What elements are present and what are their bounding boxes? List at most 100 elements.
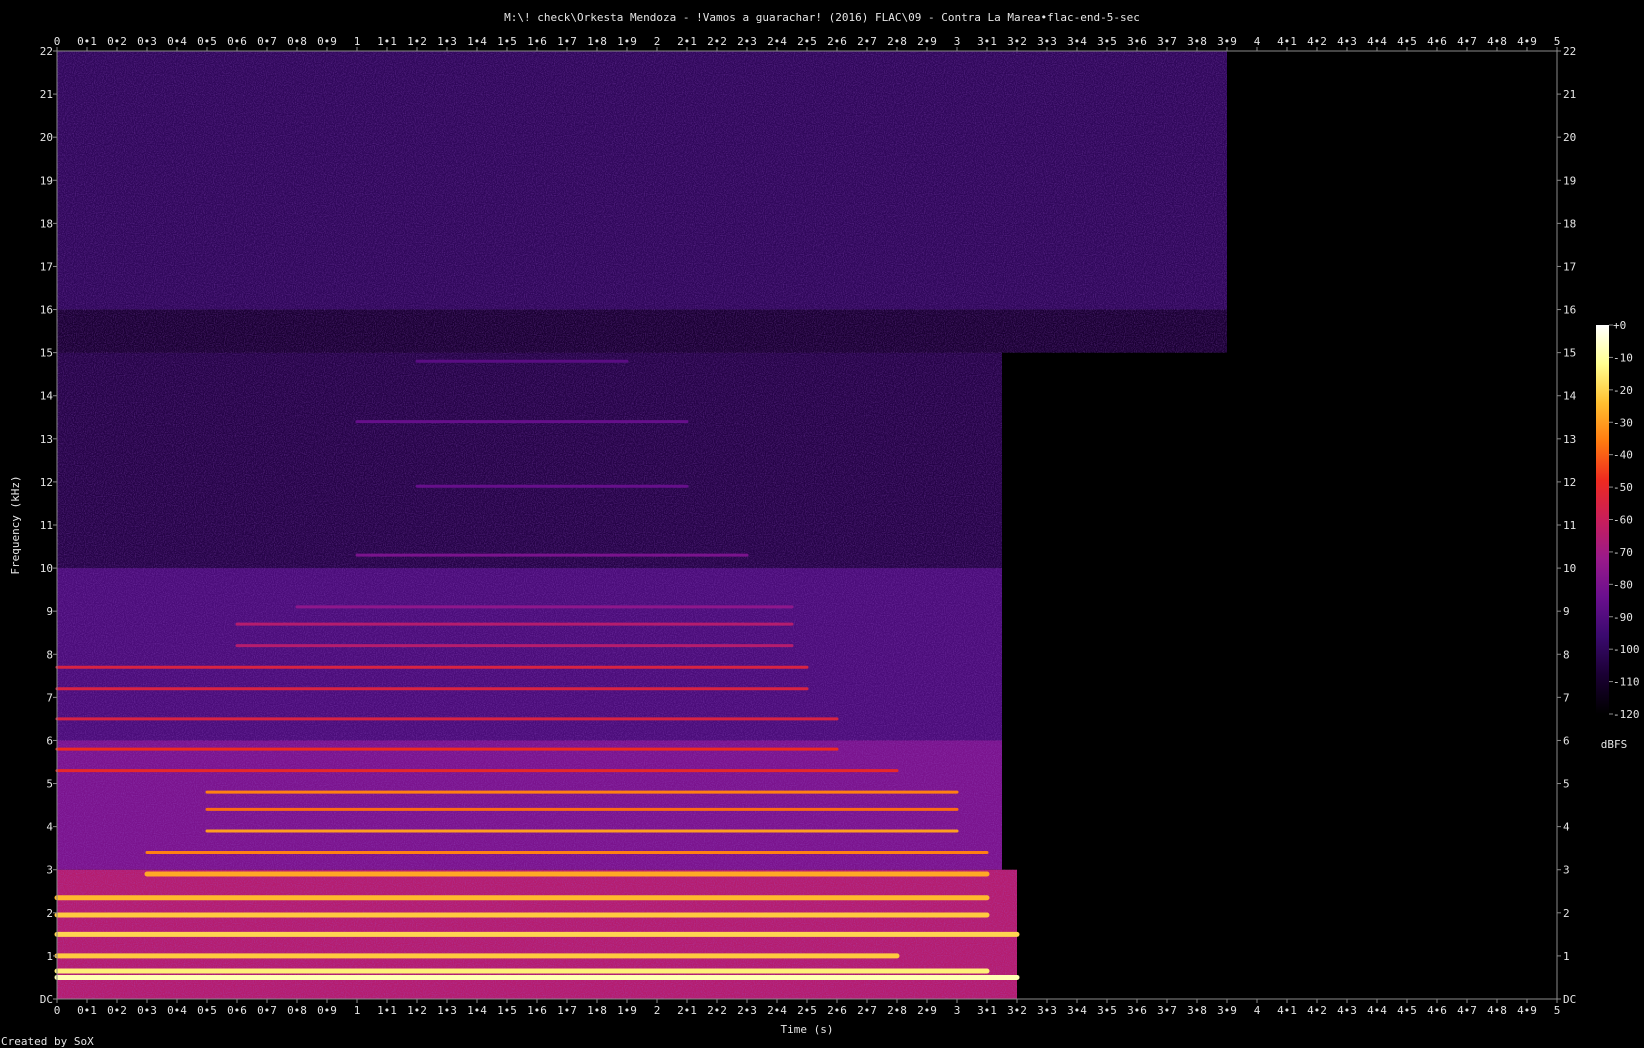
y-tick-label-right: 12 <box>1563 476 1576 489</box>
y-tick-label-right: 2 <box>1563 907 1570 920</box>
y-tick-label-right: 13 <box>1563 433 1576 446</box>
x-tick-label-bottom: 2•8 <box>887 1004 907 1017</box>
y-tick-label-right: DC <box>1563 993 1576 1006</box>
x-tick-label-top: 3•7 <box>1157 35 1177 48</box>
x-tick-label-bottom: 1•4 <box>467 1004 487 1017</box>
y-tick-label-left: 1 <box>46 950 53 963</box>
x-tick-label-bottom: 3•7 <box>1157 1004 1177 1017</box>
y-tick-label-left: 5 <box>46 778 53 791</box>
x-tick-label-bottom: 1•5 <box>497 1004 517 1017</box>
x-tick-label-top: 1•2 <box>407 35 427 48</box>
y-tick-label-right: 21 <box>1563 88 1576 101</box>
x-tick-label-bottom: 3•4 <box>1067 1004 1087 1017</box>
y-tick-label-left: 19 <box>40 174 53 187</box>
x-tick-label-top: 1•7 <box>557 35 577 48</box>
x-tick-label-top: 0 <box>54 35 61 48</box>
x-tick-label-top: 2•1 <box>677 35 697 48</box>
y-tick-label-left: 3 <box>46 864 53 877</box>
x-tick-label-bottom: 1•9 <box>617 1004 637 1017</box>
x-tick-label-bottom: 3•9 <box>1217 1004 1237 1017</box>
x-tick-label-top: 2•3 <box>737 35 757 48</box>
x-tick-label-bottom: 1•3 <box>437 1004 457 1017</box>
x-tick-label-bottom: 4 <box>1254 1004 1261 1017</box>
y-tick-label-left: 10 <box>40 562 53 575</box>
x-tick-label-bottom: 2•3 <box>737 1004 757 1017</box>
x-tick-label-top: 1•5 <box>497 35 517 48</box>
x-tick-label-bottom: 2•4 <box>767 1004 787 1017</box>
y-tick-label-right: 17 <box>1563 260 1576 273</box>
y-axis-right: DC12345678910111213141516171819202122 <box>1557 45 1577 1006</box>
x-tick-label-top: 4•6 <box>1427 35 1447 48</box>
x-tick-label-bottom: 1•7 <box>557 1004 577 1017</box>
colorbar-tick-label: -80 <box>1613 578 1633 591</box>
y-tick-label-left: 8 <box>46 648 53 661</box>
colorbar-label: dBFS <box>1601 738 1628 751</box>
y-tick-label-left: 21 <box>40 88 53 101</box>
x-axis-label: Time (s) <box>781 1023 834 1036</box>
x-tick-label-bottom: 3•3 <box>1037 1004 1057 1017</box>
x-tick-label-bottom: 0•6 <box>227 1004 247 1017</box>
y-tick-label-left: 7 <box>46 691 53 704</box>
colorbar-tick-label: +0 <box>1613 319 1626 332</box>
x-tick-label-bottom: 3 <box>954 1004 961 1017</box>
x-tick-label-top: 4•5 <box>1397 35 1417 48</box>
x-tick-label-bottom: 0•8 <box>287 1004 307 1017</box>
x-tick-label-bottom: 0•7 <box>257 1004 277 1017</box>
x-tick-label-top: 2•5 <box>797 35 817 48</box>
x-tick-label-bottom: 4•6 <box>1427 1004 1447 1017</box>
x-tick-label-bottom: 2•9 <box>917 1004 937 1017</box>
spectrogram-chart: M:\! check\Orkesta Mendoza - !Vamos a gu… <box>1 11 1640 1048</box>
y-tick-label-right: 8 <box>1563 648 1570 661</box>
x-tick-label-bottom: 1•8 <box>587 1004 607 1017</box>
x-tick-label-top: 1•1 <box>377 35 397 48</box>
x-tick-label-top: 0•9 <box>317 35 337 48</box>
x-tick-label-bottom: 3•5 <box>1097 1004 1117 1017</box>
colorbar-tick-label: -120 <box>1613 708 1640 721</box>
colorbar-tick-label: -50 <box>1613 481 1633 494</box>
x-tick-label-bottom: 2•1 <box>677 1004 697 1017</box>
x-tick-label-bottom: 3•6 <box>1127 1004 1147 1017</box>
colorbar-tick-label: -20 <box>1613 384 1633 397</box>
x-tick-label-bottom: 3•8 <box>1187 1004 1207 1017</box>
y-tick-label-right: 1 <box>1563 950 1570 963</box>
x-tick-label-top: 2•7 <box>857 35 877 48</box>
x-tick-label-top: 3•3 <box>1037 35 1057 48</box>
x-tick-label-top: 0•4 <box>167 35 187 48</box>
x-tick-label-top: 2•9 <box>917 35 937 48</box>
credit-text: Created by SoX <box>1 1035 94 1048</box>
x-tick-label-top: 1•3 <box>437 35 457 48</box>
x-tick-label-top: 3•8 <box>1187 35 1207 48</box>
y-tick-label-left: 11 <box>40 519 53 532</box>
y-tick-label-right: 10 <box>1563 562 1576 575</box>
y-tick-label-right: 9 <box>1563 605 1570 618</box>
y-tick-label-right: 18 <box>1563 217 1576 230</box>
x-tick-label-top: 0•6 <box>227 35 247 48</box>
x-tick-label-bottom: 4•7 <box>1457 1004 1477 1017</box>
y-tick-label-left: DC <box>40 993 53 1006</box>
colorbar <box>1596 325 1609 714</box>
y-tick-label-left: 6 <box>46 734 53 747</box>
x-tick-label-bottom: 0 <box>54 1004 61 1017</box>
x-tick-label-top: 0•1 <box>77 35 97 48</box>
x-tick-label-bottom: 1•1 <box>377 1004 397 1017</box>
x-tick-label-top: 4•2 <box>1307 35 1327 48</box>
x-tick-label-top: 4•9 <box>1517 35 1537 48</box>
x-tick-label-top: 2 <box>654 35 661 48</box>
x-tick-label-bottom: 2•7 <box>857 1004 877 1017</box>
x-tick-label-bottom: 4•9 <box>1517 1004 1537 1017</box>
x-tick-label-top: 5 <box>1554 35 1561 48</box>
y-tick-label-left: 13 <box>40 433 53 446</box>
y-tick-label-right: 6 <box>1563 734 1570 747</box>
x-tick-label-top: 3•5 <box>1097 35 1117 48</box>
x-tick-label-top: 0•5 <box>197 35 217 48</box>
colorbar-tick-label: -90 <box>1613 611 1633 624</box>
x-tick-label-top: 1•8 <box>587 35 607 48</box>
x-tick-label-bottom: 2•2 <box>707 1004 727 1017</box>
noise-overlay-2 <box>57 352 1002 569</box>
x-tick-label-top: 3•2 <box>1007 35 1027 48</box>
y-tick-label-right: 16 <box>1563 304 1576 317</box>
x-tick-label-bottom: 2•6 <box>827 1004 847 1017</box>
x-tick-label-top: 0•7 <box>257 35 277 48</box>
x-tick-label-bottom: 5 <box>1554 1004 1561 1017</box>
x-tick-label-bottom: 0•4 <box>167 1004 187 1017</box>
